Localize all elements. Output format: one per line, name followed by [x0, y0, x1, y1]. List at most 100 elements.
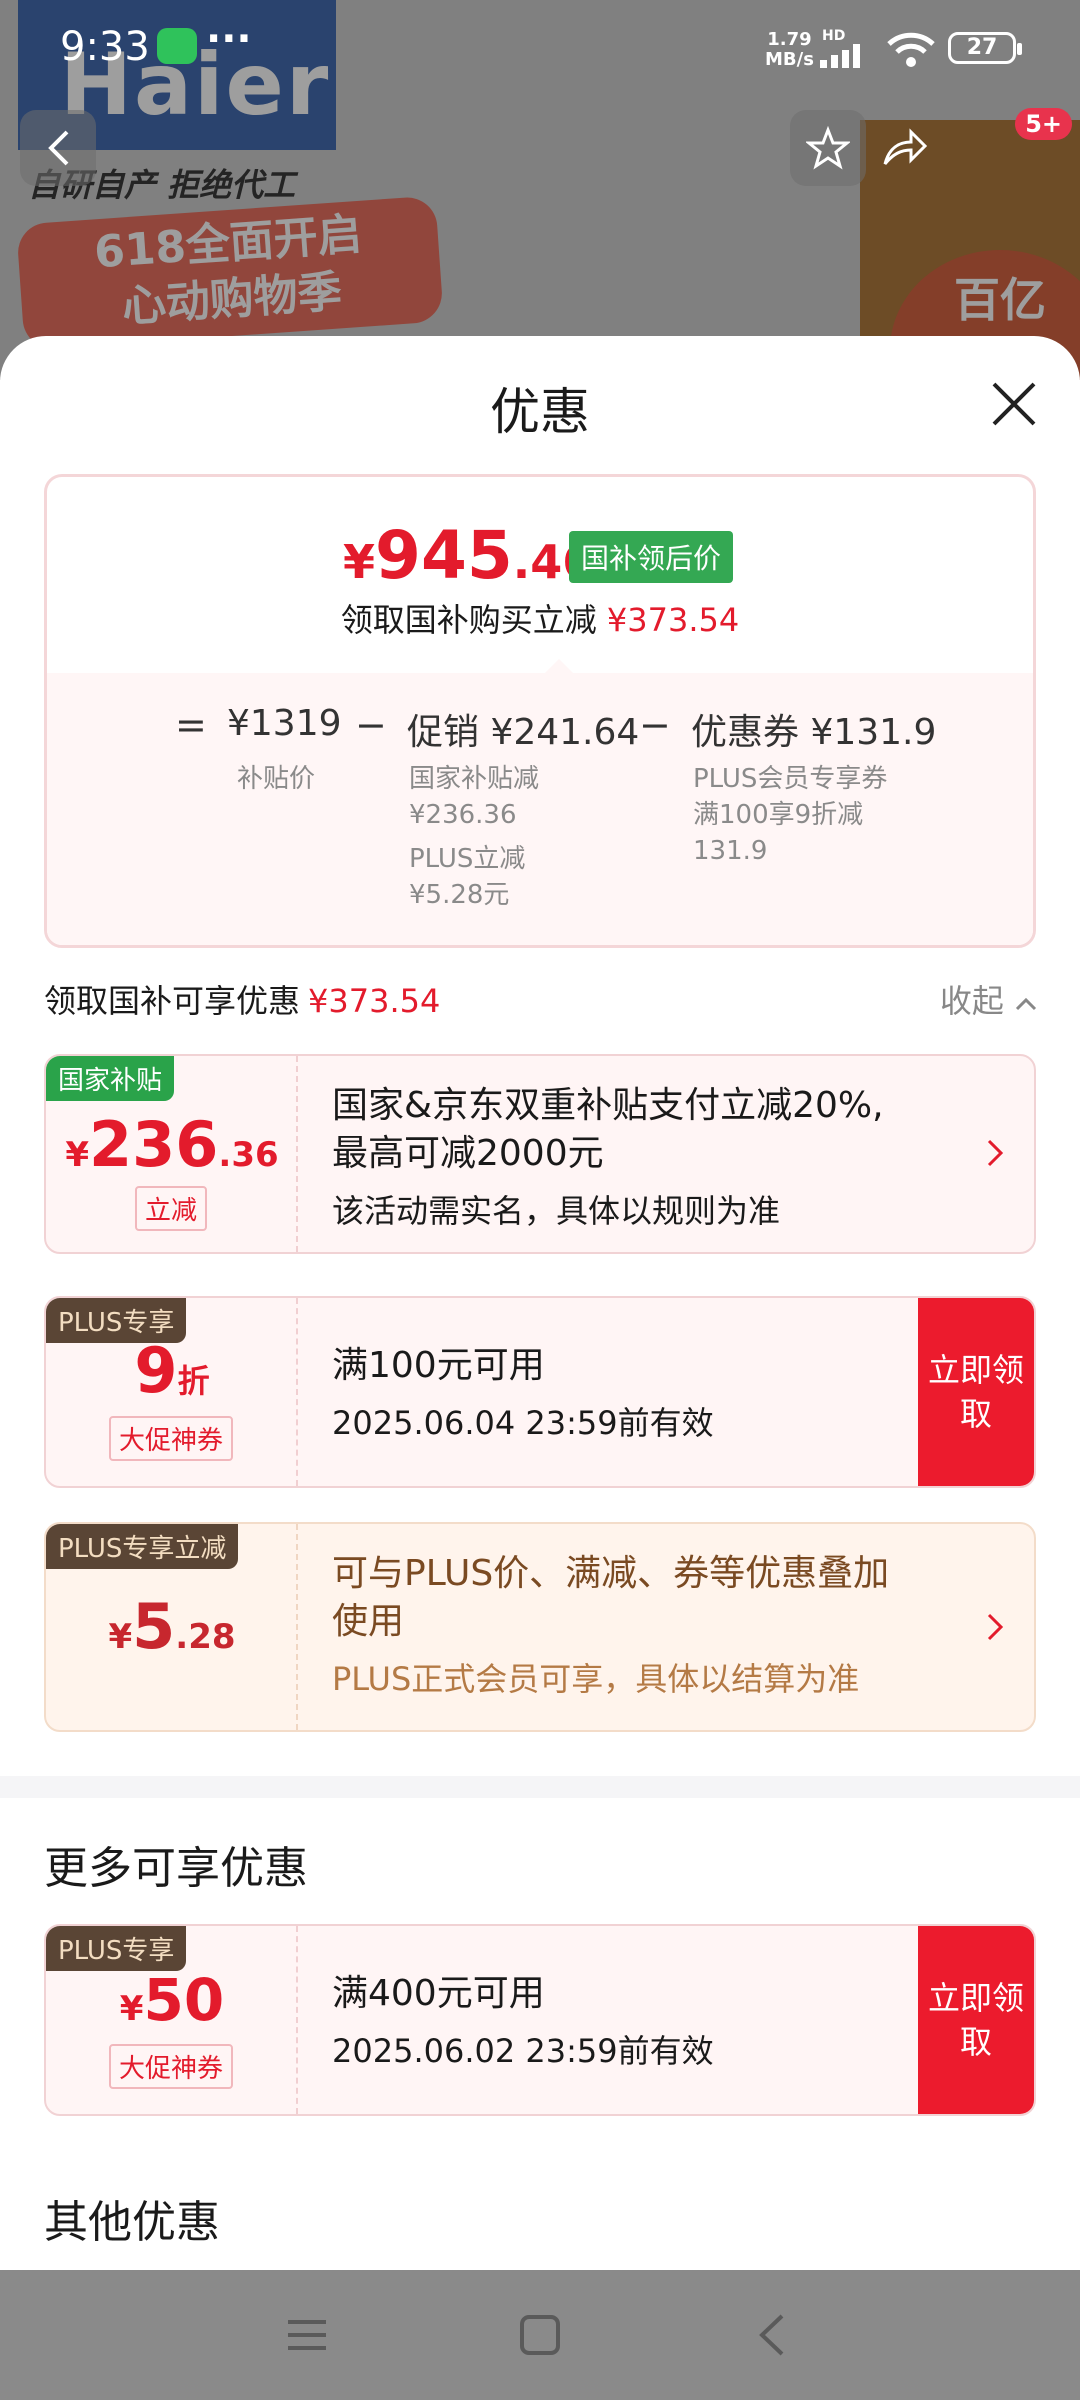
offer-amount: ¥236.36: [46, 1108, 298, 1181]
signal-icon: [820, 44, 860, 68]
coupon-line-2: 满100享9折减: [693, 800, 864, 830]
offer-desc-line2: 最高可减2000元: [332, 1133, 604, 1174]
price-summary-card: ¥945.46 国补领后价 领取国补购买立减 ¥373.54 = ¥1319 补…: [44, 474, 1036, 948]
promo-item-gov-label: 国家补贴减: [409, 764, 540, 794]
saving-line: 领取国补购买立减 ¥373.54: [47, 595, 1033, 641]
final-price-int: 945: [375, 517, 513, 594]
more-notifications-icon: ···: [206, 16, 252, 62]
more-offers-title: 更多可享优惠: [44, 1843, 308, 1894]
offer-desc-line2: 2025.06.04 23:59前有效: [332, 1404, 714, 1442]
discount-sheet: 优惠 ¥945.46 国补领后价 领取国补购买立减 ¥373.54 = ¥131…: [0, 336, 1080, 2270]
offer-desc-line2: 使用: [332, 1601, 405, 1642]
offer-card-plus-discount[interactable]: PLUS专享立减 ¥5.28 可与PLUS价、满减、券等优惠叠加 使用 PLUS…: [44, 1522, 1036, 1732]
offer-card-gov-subsidy[interactable]: 国家补贴 ¥236.36 立减 国家&京东双重补贴支付立减20%, 最高可减20…: [44, 1054, 1036, 1254]
offer-sub-tag: 大促神券: [108, 1416, 234, 1461]
offer-amount-dec: .36: [218, 1135, 279, 1175]
status-bar: 9:33 ··· 1.79 MB/s HD 27: [0, 0, 1080, 100]
other-offers-title: 其他优惠: [44, 2197, 220, 2248]
battery-icon: 27: [948, 32, 1022, 64]
share-button[interactable]: [866, 110, 942, 186]
home-icon[interactable]: [515, 2310, 565, 2360]
offer-desc-line1: 国家&京东双重补贴支付立减20%,: [332, 1085, 884, 1126]
offer-amount-panel: PLUS专享 ¥50 大促神券: [46, 1926, 298, 2114]
offer-amount: ¥50: [46, 1966, 298, 2034]
minus-sign-1: −: [355, 703, 387, 747]
status-time: 9:33: [60, 24, 150, 70]
offer-amount: ¥5.28: [46, 1590, 298, 1663]
offer-amount: 9折: [46, 1334, 298, 1407]
chevron-right-icon: [987, 1139, 1004, 1167]
offer-currency: ¥: [119, 1989, 144, 2029]
offer-tag: PLUS专享: [46, 1926, 187, 1971]
offer-amount-dec: .28: [175, 1617, 236, 1657]
system-nav-bar: [0, 2270, 1080, 2400]
network-speed-value: 1.79: [767, 29, 812, 50]
promo-item-plus-value: ¥5.28元: [409, 880, 510, 910]
menu-icon[interactable]: [282, 2310, 332, 2360]
promo-item-plus-label: PLUS立减: [409, 844, 526, 874]
offer-amount-unit: 折: [177, 1362, 210, 1400]
offer-desc-line3: PLUS正式会员可享，具体以结算为准: [332, 1660, 860, 1698]
offer-amount-int: 236: [89, 1108, 219, 1181]
chevron-right-icon: [987, 1613, 1004, 1641]
final-price: ¥945.46: [343, 517, 594, 594]
promo-total: 促销 ¥241.64: [407, 712, 640, 753]
offer-currency: ¥: [65, 1135, 89, 1175]
saving-label: 领取国补购买立减: [340, 601, 597, 639]
offer-tag: 国家补贴: [46, 1056, 175, 1101]
enjoy-label: 领取国补可享优惠: [44, 982, 301, 1020]
collapse-button[interactable]: 收起: [940, 976, 1038, 1022]
chevron-up-icon: [1015, 997, 1037, 1011]
claim-button[interactable]: 立即领取: [918, 1298, 1034, 1486]
chevron-left-icon: [48, 130, 69, 166]
base-price-label: 补贴价: [237, 764, 316, 794]
network-speed-unit: MB/s: [765, 49, 814, 70]
offer-tag: PLUS专享立减: [46, 1524, 239, 1569]
offer-currency: ¥: [108, 1617, 133, 1657]
coupon-line-3: 131.9: [693, 836, 768, 866]
offer-amount-panel: PLUS专享 9折 大促神券: [46, 1298, 298, 1486]
close-icon[interactable]: [988, 378, 1040, 430]
offer-amount-int: 50: [143, 1966, 225, 2034]
enjoy-discount-row: 领取国补可享优惠 ¥373.54: [44, 976, 440, 1022]
base-price: ¥1319: [227, 703, 342, 744]
offer-sub-tag: 大促神券: [108, 2044, 234, 2089]
favorite-button[interactable]: [790, 110, 866, 186]
back-nav-icon[interactable]: [748, 2310, 798, 2360]
enjoy-value: ¥373.54: [308, 982, 441, 1020]
cart-badge: 5+: [1015, 108, 1072, 140]
final-price-currency: ¥: [343, 535, 376, 589]
minus-sign-2: −: [639, 703, 671, 747]
saving-value: ¥373.54: [606, 601, 740, 639]
price-summary-top: ¥945.46 国补领后价 领取国补购买立减 ¥373.54: [47, 477, 1033, 673]
offer-card-plus-50: PLUS专享 ¥50 大促神券 满400元可用 2025.06.02 23:59…: [44, 1924, 1036, 2116]
wifi-icon: [887, 32, 935, 67]
network-speed: 1.79 MB/s: [765, 30, 814, 70]
section-divider: [0, 1776, 1080, 1798]
offer-desc-line1: 可与PLUS价、满减、券等优惠叠加: [332, 1553, 890, 1594]
hd-icon: HD: [822, 28, 846, 44]
equals-sign: =: [175, 703, 207, 747]
coupon-total: 优惠券 ¥131.9: [691, 712, 937, 753]
offer-desc-line2: 2025.06.02 23:59前有效: [332, 2032, 714, 2070]
offer-amount-int: 9: [134, 1334, 178, 1407]
offer-desc-line1: 满400元可用: [332, 1973, 545, 2014]
offer-card-plus-coupon: PLUS专享 9折 大促神券 满100元可用 2025.06.04 23:59前…: [44, 1296, 1036, 1488]
offer-amount-panel: PLUS专享立减 ¥5.28: [46, 1524, 298, 1730]
star-icon: [806, 126, 850, 170]
offer-desc-line1: 满100元可用: [332, 1345, 545, 1386]
claim-button[interactable]: 立即领取: [918, 1926, 1034, 2114]
offer-sub-tag: 立减: [134, 1186, 208, 1231]
sheet-title: 优惠: [490, 383, 590, 441]
share-icon: [883, 128, 927, 165]
collapse-label: 收起: [939, 982, 1004, 1020]
offer-amount-panel: 国家补贴 ¥236.36 立减: [46, 1056, 298, 1252]
back-button[interactable]: [20, 110, 96, 186]
coupon-line-1: PLUS会员专享券: [693, 764, 888, 794]
wechat-icon: [157, 28, 197, 64]
price-breakdown: = ¥1319 补贴价 − 促销 ¥241.64 国家补贴减 ¥236.36 P…: [47, 673, 1033, 945]
gov-price-tag: 国补领后价: [569, 531, 734, 583]
offer-desc-line3: 该活动需实名，具体以规则为准: [332, 1192, 781, 1230]
promo-item-gov-value: ¥236.36: [409, 800, 517, 830]
offer-amount-int: 5: [132, 1590, 176, 1663]
